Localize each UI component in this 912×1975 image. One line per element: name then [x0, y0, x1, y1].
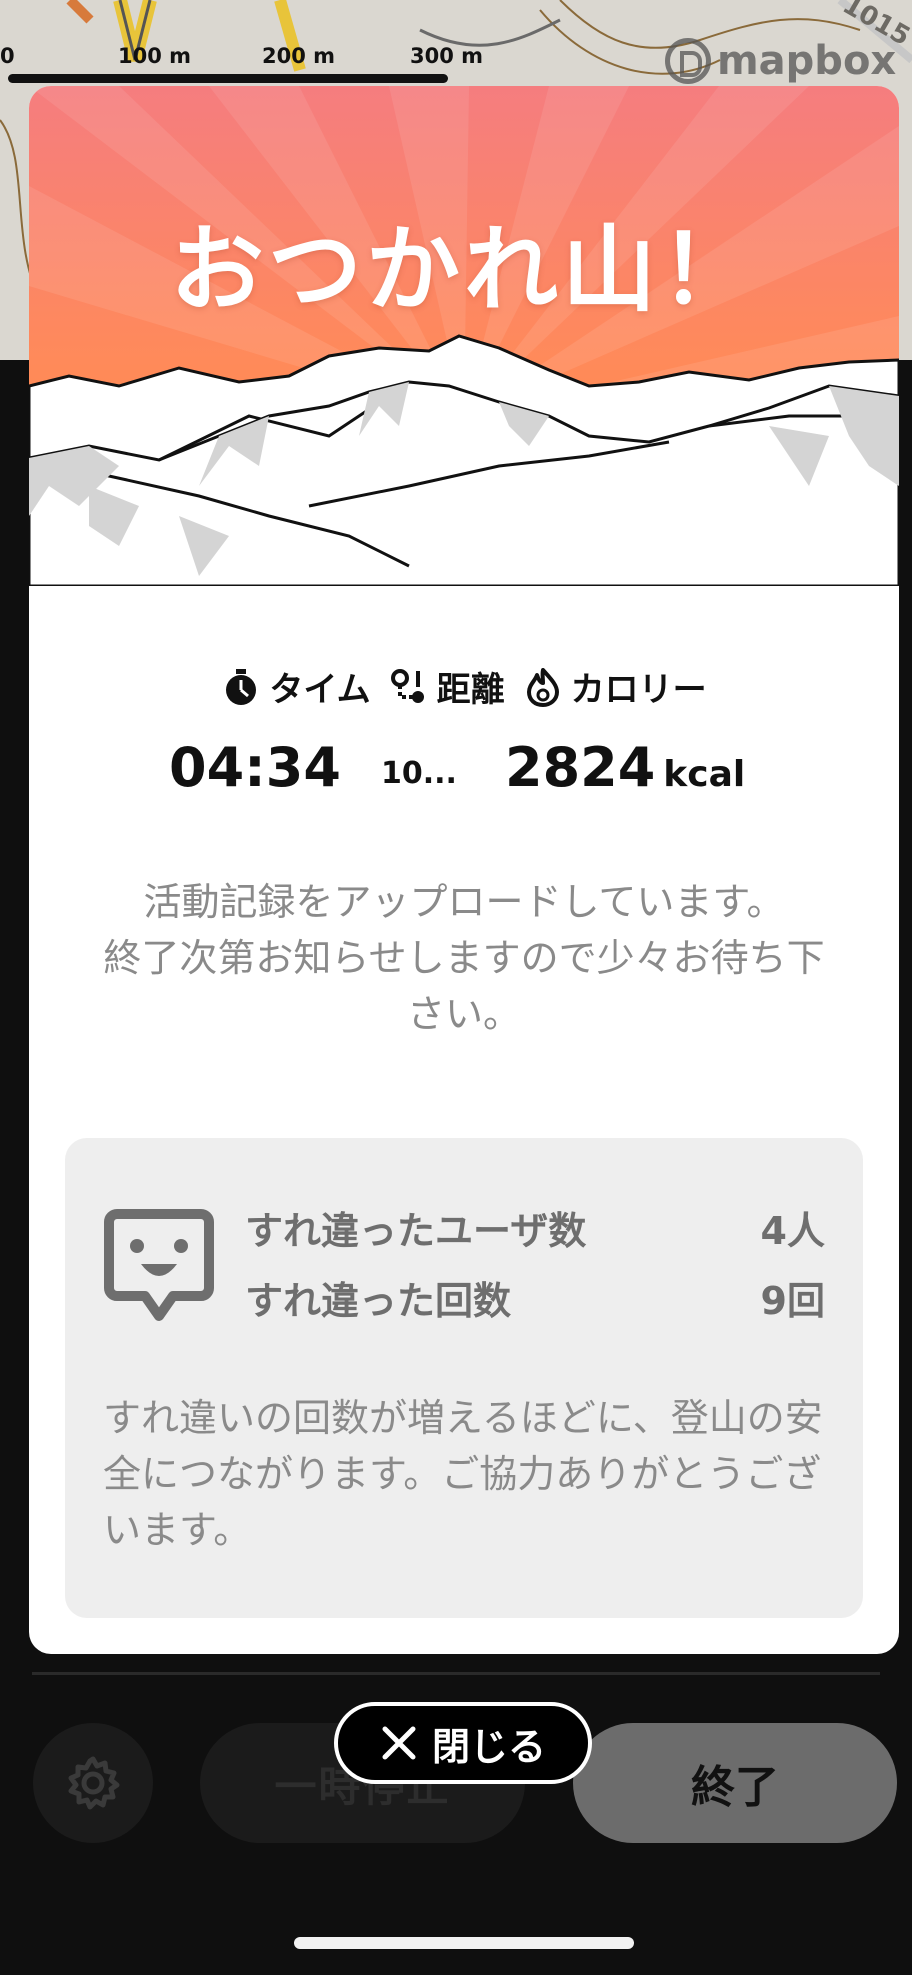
- completion-modal: おつかれ山！ タイム 距離 カロリー 04:34 10... 2824 kcal…: [29, 86, 899, 1654]
- gear-icon: [68, 1756, 120, 1810]
- finish-button[interactable]: 終了: [573, 1723, 897, 1843]
- stat-distance-header: 距離: [389, 662, 505, 711]
- passing-info-box: すれ違ったユーザ数 4人 すれ違った回数 9回 すれ違いの回数が増えるほどに、登…: [65, 1138, 863, 1618]
- passing-note: すれ違いの回数が増えるほどに、登山の安全につながります。ご協力ありがとうございま…: [103, 1396, 823, 1552]
- calorie-value: 2824: [505, 736, 656, 799]
- upload-message-line1: 活動記録をアップロードしています。: [143, 880, 785, 924]
- stat-time-header: タイム: [221, 662, 371, 711]
- distance-value: 10...: [381, 756, 457, 791]
- stats-values: 04:34 10... 2824 kcal: [29, 736, 899, 806]
- upload-message: 活動記録をアップロードしています。 終了次第お知らせしますので少々お待ち下さい。: [99, 874, 829, 1042]
- hero-banner: おつかれ山！: [29, 86, 899, 586]
- control-divider: [32, 1672, 880, 1675]
- stats-header: タイム 距離 カロリー: [29, 662, 899, 711]
- passed-users-label: すれ違ったユーザ数: [245, 1209, 587, 1253]
- mountain-illustration: [29, 86, 899, 586]
- upload-message-line2: 終了次第お知らせしますので少々お待ち下さい。: [103, 936, 825, 1036]
- scale-bar: [8, 74, 448, 83]
- distance-label: 距離: [436, 670, 505, 710]
- scale-label-0: 0: [0, 44, 15, 68]
- close-icon: [382, 1726, 416, 1760]
- scale-label-100: 100 m: [118, 44, 192, 68]
- passed-count-label: すれ違った回数: [245, 1279, 512, 1323]
- mapbox-wordmark: mapbox: [717, 38, 897, 84]
- passed-users-row: すれ違ったユーザ数 4人: [245, 1200, 825, 1255]
- close-label: 閉じる: [431, 1724, 546, 1769]
- flame-icon: [526, 667, 559, 707]
- stat-calorie-header: カロリー: [523, 662, 707, 711]
- home-indicator: [294, 1937, 634, 1949]
- route-pin-icon: [390, 668, 424, 703]
- time-label: タイム: [269, 670, 371, 710]
- passed-count-value: 9回: [760, 1279, 825, 1323]
- stopwatch-icon: [226, 668, 257, 705]
- calorie-unit: kcal: [663, 754, 746, 795]
- calorie-value-group: 2824 kcal: [505, 736, 745, 799]
- passed-users-value: 4人: [760, 1209, 825, 1253]
- close-button[interactable]: 閉じる: [334, 1702, 592, 1784]
- scale-label-200: 200 m: [262, 44, 336, 68]
- modal-title: おつかれ山！: [169, 216, 758, 325]
- mapbox-mark-icon: [665, 38, 711, 84]
- mapbox-logo: mapbox: [665, 38, 896, 84]
- scale-label-300: 300 m: [410, 44, 484, 68]
- smiley-chat-icon: [104, 1209, 214, 1321]
- calorie-label: カロリー: [570, 670, 707, 710]
- time-value: 04:34: [169, 736, 341, 799]
- settings-button[interactable]: [33, 1723, 153, 1843]
- passed-count-row: すれ違った回数 9回: [245, 1270, 825, 1325]
